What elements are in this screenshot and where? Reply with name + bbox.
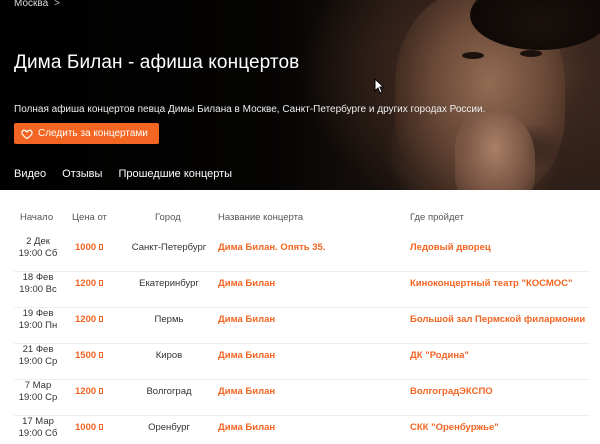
event-city: Екатеринбург (139, 278, 199, 289)
currency-icon (99, 280, 104, 286)
header-concert: Название концерта (218, 212, 304, 223)
table-row: 18 Фев 19:00 Вс 1200 Екатеринбург Дима Би… (0, 272, 600, 308)
event-price: 1200 (75, 314, 104, 325)
event-price: 1200 (75, 278, 104, 289)
table-header: Начало Цена от Город Название концерта Г… (0, 212, 600, 224)
table-row: 7 Мар 19:00 Ср 1200 Волгоград Дима Билан … (0, 380, 600, 416)
event-price: 1200 (75, 386, 104, 397)
event-city: Киров (155, 350, 183, 361)
hero-banner: Москва > Дима Билан - афиша концертов Пол… (0, 0, 600, 190)
header-venue: Где пройдет (410, 212, 464, 223)
event-date: 7 Мар 19:00 Ср (18, 380, 58, 403)
header-price: Цена от (72, 212, 107, 223)
event-city: Волгоград (146, 386, 192, 397)
event-city: Пермь (154, 314, 184, 325)
tab-reviews[interactable]: Отзывы (62, 168, 102, 180)
breadcrumb-city-link[interactable]: Москва (14, 0, 48, 9)
event-date: 2 Дек 19:00 Сб (18, 236, 58, 259)
currency-icon (99, 388, 104, 394)
event-city: Оренбург (148, 422, 190, 433)
event-price: 1500 (75, 350, 104, 361)
currency-icon (99, 316, 104, 322)
event-date: 19 Фев 19:00 Пн (18, 308, 58, 331)
tab-video[interactable]: Видео (14, 168, 46, 180)
concert-link[interactable]: Дима Билан (218, 314, 275, 325)
event-date: 18 Фев 19:00 Вс (19, 272, 57, 295)
table-row: 21 Фев 19:00 Ср 1500 Киров Дима Билан ДК … (0, 344, 600, 380)
artist-photo-eye (520, 50, 542, 57)
breadcrumb-separator: > (54, 0, 60, 9)
venue-link[interactable]: Ледовый дворец (410, 242, 491, 253)
event-city: Санкт-Петербург (131, 242, 207, 253)
event-price: 1000 (75, 422, 104, 433)
concert-link[interactable]: Дима Билан (218, 386, 275, 397)
follow-concerts-button[interactable]: Следить за концертами (14, 123, 159, 144)
event-price: 1000 (75, 242, 104, 253)
artist-photo-eye (462, 52, 484, 59)
currency-icon (99, 352, 104, 358)
table-row: 2 Дек 19:00 Сб 1000 Санкт-Петербург Дима … (0, 236, 600, 272)
concert-link[interactable]: Дима Билан. Опять 35. (218, 242, 325, 253)
venue-link[interactable]: Киноконцертный театр "КОСМОС" (410, 278, 573, 289)
concert-link[interactable]: Дима Билан (218, 422, 275, 433)
heart-icon (21, 129, 33, 139)
currency-icon (99, 424, 104, 430)
follow-concerts-label: Следить за концертами (38, 128, 148, 139)
currency-icon (99, 244, 104, 250)
event-date: 17 Мар 19:00 Сб (18, 416, 58, 439)
venue-link[interactable]: СКК "Оренбуржье" (410, 422, 499, 433)
venue-link[interactable]: Большой зал Пермской филармонии (410, 314, 585, 325)
page-description: Полная афиша концертов певца Димы Билана… (14, 104, 486, 115)
tab-past-concerts[interactable]: Прошедшие концерты (118, 168, 232, 180)
venue-link[interactable]: ДК "Родина" (410, 350, 469, 361)
mouse-cursor-icon (374, 78, 384, 94)
concert-link[interactable]: Дима Билан (218, 278, 275, 289)
table-row: 17 Мар 19:00 Сб 1000 Оренбург Дима Билан … (0, 416, 600, 444)
concert-link[interactable]: Дима Билан (218, 350, 275, 361)
event-date: 21 Фев 19:00 Ср (18, 344, 58, 367)
breadcrumb: Москва > (14, 0, 60, 9)
table-row: 19 Фев 19:00 Пн 1200 Пермь Дима Билан Бол… (0, 308, 600, 344)
header-city: Город (155, 212, 181, 223)
header-start: Начало (20, 212, 54, 223)
page-title: Дима Билан - афиша концертов (14, 52, 300, 73)
tabs: Видео Отзывы Прошедшие концерты (14, 168, 248, 180)
venue-link[interactable]: ВолгоградЭКСПО (410, 386, 493, 397)
